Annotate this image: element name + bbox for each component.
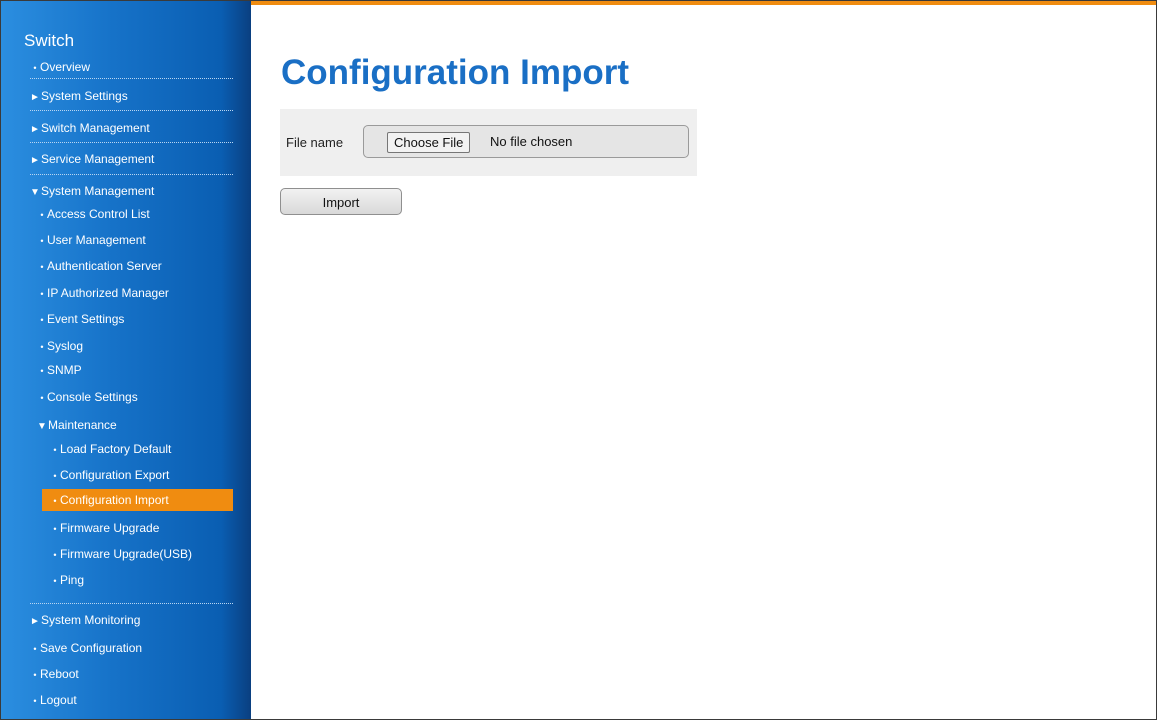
sidebar-item-switch-management[interactable]: ►Switch Management [1,117,241,139]
sidebar-item-label: Access Control List [47,207,150,221]
sidebar-item-label: Authentication Server [47,259,162,273]
sidebar-item-user-management[interactable]: • User Management [1,229,241,251]
sidebar-item-console-settings[interactable]: • Console Settings [1,386,241,408]
sidebar-item-label: Syslog [47,339,84,353]
bullet-icon: • [40,289,44,299]
sidebar-nav: Switch • Overview ►System Settings ►Switc… [1,1,251,719]
sidebar-item-label: Firmware Upgrade(USB) [60,547,193,561]
bullet-icon: • [33,670,37,680]
collapsed-arrow-icon: ► [30,92,40,103]
bullet-icon: • [33,644,37,654]
collapsed-arrow-icon: ► [30,124,40,135]
divider [30,78,233,79]
sidebar-item-label: Ping [60,573,85,587]
expanded-arrow-icon: ▼ [37,421,47,432]
bullet-icon: • [40,366,44,376]
sidebar-item-logout[interactable]: • Logout [1,689,241,711]
sidebar-item-snmp[interactable]: • SNMP [1,359,241,381]
sidebar-item-label: Save Configuration [40,641,143,655]
bullet-icon: • [53,496,57,506]
bullet-icon: • [40,236,44,246]
bullet-icon: • [40,342,44,352]
sidebar-item-label: SNMP [47,363,82,377]
top-accent-line [251,1,1156,5]
page-title: Configuration Import [281,53,630,92]
choose-file-button[interactable]: Choose File [387,132,471,153]
sidebar-item-label: Maintenance [48,418,117,432]
sidebar-item-reboot[interactable]: • Reboot [1,663,241,685]
app-window: Switch • Overview ►System Settings ►Switc… [0,0,1157,720]
file-input[interactable]: Choose File No file chosen [363,125,689,158]
bullet-icon: • [40,315,44,325]
sidebar-item-label: Configuration Export [60,468,170,482]
sidebar-item-system-management[interactable]: ▼System Management [1,180,241,202]
bullet-icon: • [40,393,44,403]
file-name-label: File name [286,135,344,150]
bullet-icon: • [53,524,57,534]
sidebar-item-configuration-import[interactable]: • Configuration Import [42,489,233,511]
bullet-icon: • [40,210,44,220]
sidebar-item-overview[interactable]: • Overview [1,56,241,78]
sidebar-item-label: Event Settings [47,312,125,326]
divider [30,142,233,143]
sidebar-item-label: Switch Management [41,121,150,135]
import-form: File name Choose File No file chosen [280,109,697,176]
bullet-icon: • [33,63,37,73]
sidebar-item-label: Reboot [40,667,79,681]
sidebar-item-label: User Management [47,233,146,247]
bullet-icon: • [33,696,37,706]
sidebar-item-label: Load Factory Default [60,442,172,456]
sidebar-item-label: Configuration Import [60,493,169,507]
sidebar-item-service-management[interactable]: ►Service Management [1,148,241,170]
sidebar-item-save-configuration[interactable]: • Save Configuration [1,637,241,659]
divider [30,603,233,604]
sidebar-item-label: Overview [40,60,91,74]
divider [30,174,233,175]
bullet-icon: • [53,471,57,481]
sidebar-title: Switch [24,31,75,50]
sidebar-item-ping[interactable]: • Ping [1,569,241,591]
bullet-icon: • [53,550,57,560]
bullet-icon: • [53,445,57,455]
import-button[interactable]: Import [280,188,402,215]
collapsed-arrow-icon: ► [30,616,40,627]
sidebar-item-maintenance[interactable]: ▼Maintenance [1,414,241,436]
sidebar-item-label: Service Management [41,152,155,166]
sidebar-item-event-settings[interactable]: • Event Settings [1,308,241,330]
sidebar-item-access-control-list[interactable]: • Access Control List [1,203,241,225]
sidebar-item-label: Firmware Upgrade [60,521,160,535]
sidebar-item-label: Console Settings [47,390,138,404]
sidebar-item-firmware-upgrade-usb[interactable]: • Firmware Upgrade(USB) [1,543,241,565]
sidebar-item-configuration-export[interactable]: • Configuration Export [1,464,241,486]
file-status-text: No file chosen [490,134,573,149]
bullet-icon: • [53,576,57,586]
sidebar-item-label: System Management [41,184,155,198]
sidebar-item-syslog[interactable]: • Syslog [1,335,241,357]
sidebar-item-label: System Monitoring [41,613,141,627]
sidebar-item-firmware-upgrade[interactable]: • Firmware Upgrade [1,517,241,539]
expanded-arrow-icon: ▼ [30,187,40,198]
collapsed-arrow-icon: ► [30,155,40,166]
sidebar-item-load-factory-default[interactable]: • Load Factory Default [1,438,241,460]
divider [30,110,233,111]
sidebar-item-label: System Settings [41,89,128,103]
bullet-icon: • [40,262,44,272]
sidebar-item-ip-authorized-manager[interactable]: • IP Authorized Manager [1,282,241,304]
sidebar-item-authentication-server[interactable]: • Authentication Server [1,255,241,277]
sidebar-item-label: IP Authorized Manager [47,286,169,300]
sidebar-item-system-settings[interactable]: ►System Settings [1,85,241,107]
sidebar-item-label: Logout [40,693,77,707]
sidebar-item-system-monitoring[interactable]: ►System Monitoring [1,609,241,631]
